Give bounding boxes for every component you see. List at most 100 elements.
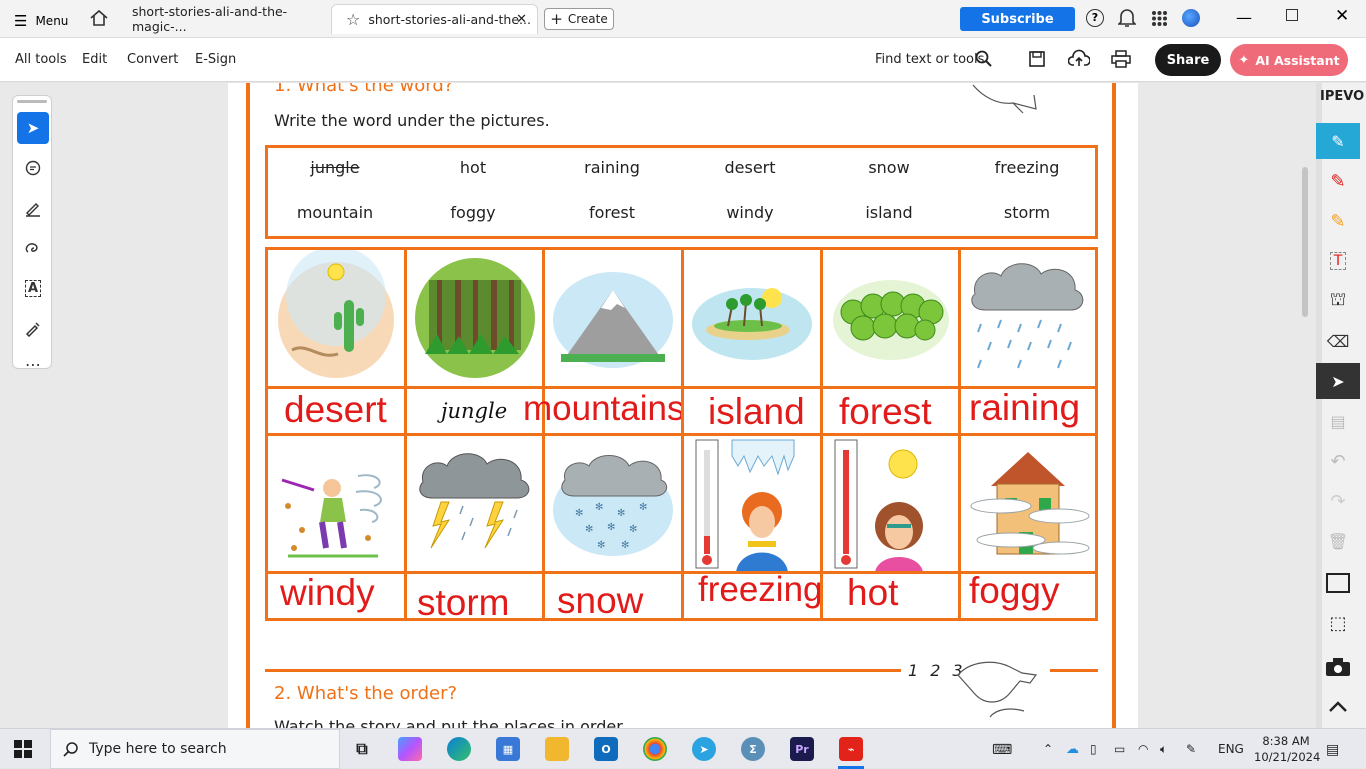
save-icon[interactable] [1028,50,1046,72]
pointer-cursor-icon[interactable]: ➤ [1316,363,1360,399]
more-tools-icon[interactable]: ⋯ [17,348,49,380]
region-capture-icon[interactable]: ⬚ [1316,605,1360,641]
tab-document-1[interactable]: short-stories-ali-and-the-magic-... [118,4,328,34]
menu-esign[interactable]: E-Sign [195,52,236,67]
highlighter-pen-icon[interactable]: ✎ [1316,203,1360,239]
highlighter-icon[interactable] [17,192,49,224]
premiere-pro-icon[interactable]: Pr [790,737,814,761]
document-viewport[interactable]: ➤ A ⋯ 1. What's the word? Write the word… [0,83,1316,728]
menu-button[interactable]: ☰ Menu [14,12,68,30]
outlook-icon[interactable]: O [594,737,618,761]
calculator-app-icon[interactable]: Σ [741,737,765,761]
home-icon[interactable] [89,8,109,32]
search-icon[interactable] [975,50,993,72]
chevron-up-icon[interactable] [1316,689,1360,725]
phone-link-icon[interactable]: ▯ [1090,742,1097,756]
comment-icon[interactable] [17,152,49,184]
stamp-icon[interactable]: ⛫ [1316,283,1360,319]
ai-assistant-button[interactable]: ✦ AI Assistant [1230,44,1348,76]
word-bank-item: foggy [450,203,496,222]
snapshot-icon[interactable] [1316,565,1360,601]
store-icon[interactable]: ▦ [496,737,520,761]
menu-edit[interactable]: Edit [82,52,107,67]
close-window-icon[interactable]: ✕ [1335,6,1349,26]
search-placeholder: Type here to search [89,741,227,757]
taskbar-search-box[interactable]: Type here to search [50,729,340,769]
keyboard-layout-icon[interactable]: ⌨ [992,742,1012,758]
section1-title: 1. What's the word? [274,83,454,96]
tab-document-2[interactable]: ☆ short-stories-ali-and-the... ✕ [331,4,538,34]
user-avatar[interactable] [1182,9,1200,27]
svg-text:✻: ✻ [639,502,647,513]
trash-icon[interactable]: 🗑︎ [1316,523,1360,559]
language-indicator[interactable]: ENG [1218,742,1244,756]
close-tab-icon[interactable]: ✕ [516,12,527,27]
answer-cell: windy [265,571,407,621]
volume-icon[interactable]: 🔈︎ [1160,742,1167,757]
menu-all-tools[interactable]: All tools [15,52,67,67]
word-bank-item: storm [1003,203,1051,222]
handwritten-answer: desert [284,389,387,430]
acrobat-icon[interactable]: ⌁ [839,737,863,761]
copilot-icon[interactable] [398,737,422,761]
ai-assistant-label: AI Assistant [1255,52,1340,68]
star-icon[interactable]: ☆ [346,10,360,29]
edge-browser-icon[interactable] [447,737,471,761]
help-icon[interactable]: ? [1086,9,1104,27]
subscribe-button[interactable]: Subscribe [960,7,1075,31]
pen-input-icon[interactable]: ✎ [1186,742,1196,756]
redo-icon[interactable]: ↷ [1316,483,1360,519]
chrome-icon[interactable] [643,737,667,761]
handwritten-answer: hot [847,572,899,613]
handwritten-answer: foggy [969,571,1060,611]
minimize-icon[interactable]: — [1236,8,1252,27]
bell-icon[interactable] [1117,8,1137,32]
upload-cloud-icon[interactable] [1067,49,1091,73]
section2-instruction: Watch the story and put the places in or… [274,717,627,728]
tray-chevron-icon[interactable]: ⌃ [1043,742,1053,756]
plus-icon: + [550,10,563,28]
scrollbar-thumb[interactable] [1302,167,1308,317]
svg-text:✻: ✻ [607,522,615,533]
text-select-icon[interactable]: A [17,272,49,304]
maximize-icon[interactable] [1286,9,1298,21]
share-button[interactable]: Share [1155,44,1221,76]
answer-cell: hot [820,571,962,621]
ipevo-logo: IPEVO [1320,89,1365,104]
svg-text:✻: ✻ [617,508,625,519]
menu-convert[interactable]: Convert [127,52,178,67]
onedrive-icon[interactable]: ☁ [1066,742,1079,757]
text-tool-icon[interactable]: T [1316,243,1360,279]
apps-grid-icon[interactable] [1151,10,1168,31]
notifications-icon[interactable]: ▤ [1326,742,1339,758]
sign-pen-icon[interactable] [17,312,49,344]
select-cursor-icon[interactable]: ➤ [17,112,49,144]
camera-icon[interactable] [1316,649,1360,685]
toolbox-icon[interactable]: ▤ [1316,403,1360,439]
undo-icon[interactable]: ↶ [1316,443,1360,479]
print-icon[interactable] [1111,50,1131,72]
answer-cell: storm [404,571,546,621]
clock[interactable]: 8:38 AM 10/21/2024 [1254,733,1320,765]
divider-line [265,669,901,672]
freehand-draw-icon[interactable] [17,232,49,264]
handwritten-answer: forest [839,391,932,432]
answer-cell: foggy [958,571,1098,621]
annotation-pen-icon[interactable]: ✎ [1316,123,1360,159]
handwritten-answer: snow [557,580,644,621]
task-view-icon[interactable]: ⧉ [350,737,374,761]
windows-start-icon[interactable] [14,740,32,762]
create-button[interactable]: + Create [544,8,614,30]
picture-raining [958,247,1098,389]
eraser-icon[interactable]: ⌫ [1316,323,1360,359]
find-text-or-tools[interactable]: Find text or tools [875,52,984,67]
telegram-icon[interactable]: ➤ [692,737,716,761]
file-explorer-icon[interactable] [545,737,569,761]
wifi-icon[interactable]: ◠ [1138,742,1148,756]
divider-line [1050,669,1098,672]
panel-grip[interactable] [17,100,47,103]
red-pen-icon[interactable]: ✎ [1316,163,1360,199]
battery-icon[interactable]: ▭ [1114,742,1125,756]
picture-foggy [958,433,1098,575]
picture-hot [820,433,962,575]
